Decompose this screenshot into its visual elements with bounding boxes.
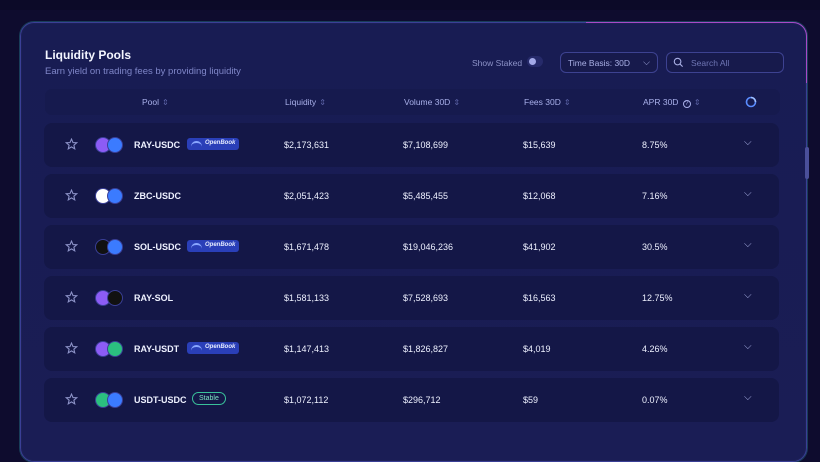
scrollbar[interactable] [805,147,809,179]
chevron-down-icon[interactable]: ⌵ [744,188,752,199]
column-fees-30d[interactable]: Fees 30D ⇕ [524,97,571,107]
column-apr-30d[interactable]: APR 30D ? ⇕ [643,97,701,108]
star-icon[interactable] [65,342,78,355]
star-icon[interactable] [65,240,78,253]
openbook-badge: OpenBook [187,342,239,354]
show-staked-toggle[interactable] [527,56,543,67]
apr-value: 30.5% [642,242,668,252]
liquidity-value: $1,147,413 [284,344,330,354]
chevron-down-icon[interactable]: ⌵ [744,239,752,250]
search-input[interactable] [691,57,779,69]
volume-value: $19,046,236 [403,242,454,252]
refresh-icon[interactable] [745,96,757,108]
table-row[interactable]: RAY-SOL $1,581,133 $7,528,693 $16,563 12.75%… [44,276,779,320]
table-header: Pool ⇕ Liquidity ⇕ Volume 30D ⇕ Fees 30D ⇕ A… [45,89,780,115]
search-box[interactable] [666,52,784,73]
column-volume-30d[interactable]: Volume 30D ⇕ [404,97,460,107]
token-icon [107,341,123,357]
liquidity-value: $2,051,423 [284,191,330,201]
token-pair-icons [95,188,127,204]
token-pair-icons [95,290,127,306]
volume-value: $1,826,827 [403,344,449,354]
table-row[interactable]: SOL-USDC OpenBook $1,671,478 $19,046,236 $41… [44,225,779,269]
apr-value: 12.75% [642,293,673,303]
fees-value: $15,639 [523,140,556,150]
liquidity-value: $2,173,631 [284,140,330,150]
show-staked-label: Show Staked [472,58,523,68]
liquidity-value: $1,581,133 [284,293,330,303]
page-subtitle: Earn yield on trading fees by providing … [45,66,241,77]
openbook-badge: OpenBook [187,138,239,150]
apr-value: 7.16% [642,191,668,201]
fees-value: $59 [523,395,539,405]
star-icon[interactable] [65,138,78,151]
volume-value: $296,712 [403,395,441,405]
pool-pair-label: RAY-SOL [134,293,174,303]
chevron-down-icon[interactable]: ⌵ [744,341,752,352]
openbook-badge: OpenBook [187,240,239,252]
time-basis-label: Time Basis: 30D [568,58,631,68]
token-pair-icons [95,239,127,255]
top-strip [0,0,820,10]
token-icon [107,137,123,153]
fees-value: $4,019 [523,344,551,354]
chevron-down-icon: ⌵ [643,57,650,67]
token-pair-icons [95,392,127,408]
info-icon[interactable]: ? [682,100,691,108]
pool-pair-label: RAY-USDC [134,140,181,150]
token-icon [107,188,123,204]
chevron-down-icon[interactable]: ⌵ [744,290,752,301]
pool-pair-label: ZBC-USDC [134,191,181,201]
search-icon [673,57,684,68]
token-icon [107,290,123,306]
volume-value: $7,108,699 [403,140,449,150]
stable-badge: Stable [192,392,226,405]
token-pair-icons [95,137,127,153]
liquidity-value: $1,072,112 [284,395,329,405]
table-row[interactable]: RAY-USDT OpenBook $1,147,413 $1,826,827 $4,0… [44,327,779,371]
column-liquidity[interactable]: Liquidity ⇕ [285,97,326,107]
volume-value: $5,485,455 [403,191,449,201]
star-icon[interactable] [65,393,78,406]
chevron-down-icon[interactable]: ⌵ [744,137,752,148]
table-row[interactable]: USDT-USDC Stable $1,072,112 $296,712 $59 0.07… [44,378,779,422]
page-title: Liquidity Pools [45,48,131,62]
pool-pair-label: USDT-USDC [134,395,187,405]
liquidity-value: $1,671,478 [284,242,330,252]
token-pair-icons [95,341,127,357]
apr-value: 4.26% [642,344,668,354]
fees-value: $41,902 [523,242,556,252]
star-icon[interactable] [65,189,78,202]
table-row[interactable]: RAY-USDC OpenBook $2,173,631 $7,108,699 $15,… [44,123,779,167]
column-pool[interactable]: Pool ⇕ [142,97,169,107]
table-row[interactable]: ZBC-USDC $2,051,423 $5,485,455 $12,068 7.16%… [44,174,779,218]
pool-pair-label: RAY-USDT [134,344,180,354]
token-icon [107,239,123,255]
apr-value: 0.07% [642,395,668,405]
fees-value: $16,563 [523,293,556,303]
apr-value: 8.75% [642,140,668,150]
fees-value: $12,068 [523,191,556,201]
volume-value: $7,528,693 [403,293,449,303]
time-basis-select[interactable]: Time Basis: 30D ⌵ [560,52,658,73]
pool-pair-label: SOL-USDC [134,242,181,252]
token-icon [107,392,123,408]
chevron-down-icon[interactable]: ⌵ [744,392,752,403]
star-icon[interactable] [65,291,78,304]
